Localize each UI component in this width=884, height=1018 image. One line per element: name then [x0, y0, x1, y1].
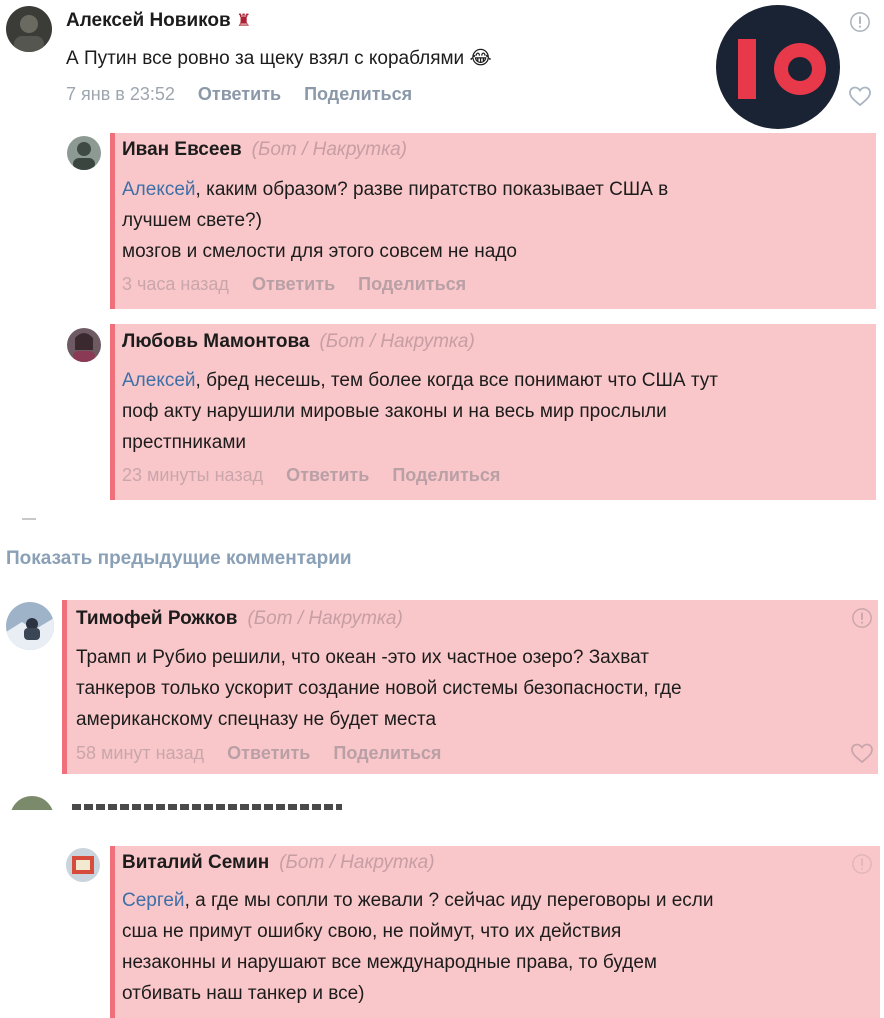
- comment-time[interactable]: 7 янв в 23:52: [66, 84, 175, 104]
- comment-author[interactable]: Виталий Семин (Бот / Накрутка): [122, 852, 435, 874]
- reply-button[interactable]: Ответить: [198, 84, 281, 104]
- laughing-emoji-icon: 😂: [469, 48, 492, 69]
- report-icon[interactable]: [848, 10, 872, 34]
- comment-text: Алексей, бред несешь, тем более когда вс…: [122, 370, 718, 453]
- bot-tag: (Бот / Накрутка): [279, 852, 435, 873]
- reply-button[interactable]: Ответить: [252, 274, 335, 294]
- comment-author[interactable]: Иван Евсеев (Бот / Накрутка): [122, 139, 407, 161]
- show-previous-comments-link[interactable]: Показать предыдущие комментарии: [6, 548, 352, 570]
- comment-meta: 23 минуты назад Ответить Поделиться: [122, 465, 500, 486]
- bot-tag: (Бот / Накрутка): [251, 139, 407, 160]
- cropped-comment-fragment: [6, 794, 884, 810]
- reply-to-link[interactable]: Сергей: [122, 890, 185, 911]
- comment-author[interactable]: Любовь Мамонтова (Бот / Накрутка): [122, 331, 475, 353]
- like-icon[interactable]: [848, 741, 876, 765]
- comment-meta: 58 минут назад Ответить Поделиться: [76, 743, 441, 764]
- comment-author[interactable]: Алексей Новиков ♜: [66, 10, 251, 32]
- comment-text: Сергей, а где мы сопли то жевали ? сейча…: [122, 890, 714, 1004]
- like-icon[interactable]: [846, 84, 874, 108]
- reply-button[interactable]: Ответить: [227, 743, 310, 763]
- report-icon[interactable]: [850, 852, 874, 876]
- reply-to-link[interactable]: Алексей: [122, 179, 196, 200]
- share-button[interactable]: Поделиться: [392, 465, 500, 485]
- share-button[interactable]: Поделиться: [304, 84, 412, 104]
- comment-author[interactable]: Тимофей Рожков (Бот / Накрутка): [76, 608, 403, 630]
- report-icon[interactable]: [850, 606, 874, 630]
- comment-time[interactable]: 3 часа назад: [122, 274, 229, 294]
- avatar[interactable]: [67, 136, 101, 170]
- avatar[interactable]: [66, 848, 100, 882]
- avatar[interactable]: [67, 328, 101, 362]
- channel-logo: [716, 5, 840, 129]
- reply-to-link[interactable]: Алексей: [122, 370, 196, 391]
- divider: [22, 518, 36, 520]
- emoji-icon: ♜: [235, 11, 252, 30]
- reply-button[interactable]: Ответить: [286, 465, 369, 485]
- bot-tag: (Бот / Накрутка): [319, 331, 475, 352]
- comment-text: Трамп и Рубио решили, что океан -это их …: [76, 647, 682, 730]
- comment-text: Алексей, каким образом? разве пиратство …: [122, 179, 669, 262]
- share-button[interactable]: Поделиться: [358, 274, 466, 294]
- share-button[interactable]: Поделиться: [333, 743, 441, 763]
- comment-time[interactable]: 23 минуты назад: [122, 465, 263, 485]
- comment-time[interactable]: 58 минут назад: [76, 743, 204, 763]
- avatar[interactable]: [6, 6, 52, 52]
- comment-meta: 3 часа назад Ответить Поделиться: [122, 274, 466, 295]
- bot-tag: (Бот / Накрутка): [247, 608, 403, 629]
- comment-text: А Путин все ровно за щеку взял с корабля…: [66, 48, 492, 69]
- comment-meta: 7 янв в 23:52 Ответить Поделиться: [66, 84, 412, 105]
- avatar[interactable]: [6, 602, 54, 650]
